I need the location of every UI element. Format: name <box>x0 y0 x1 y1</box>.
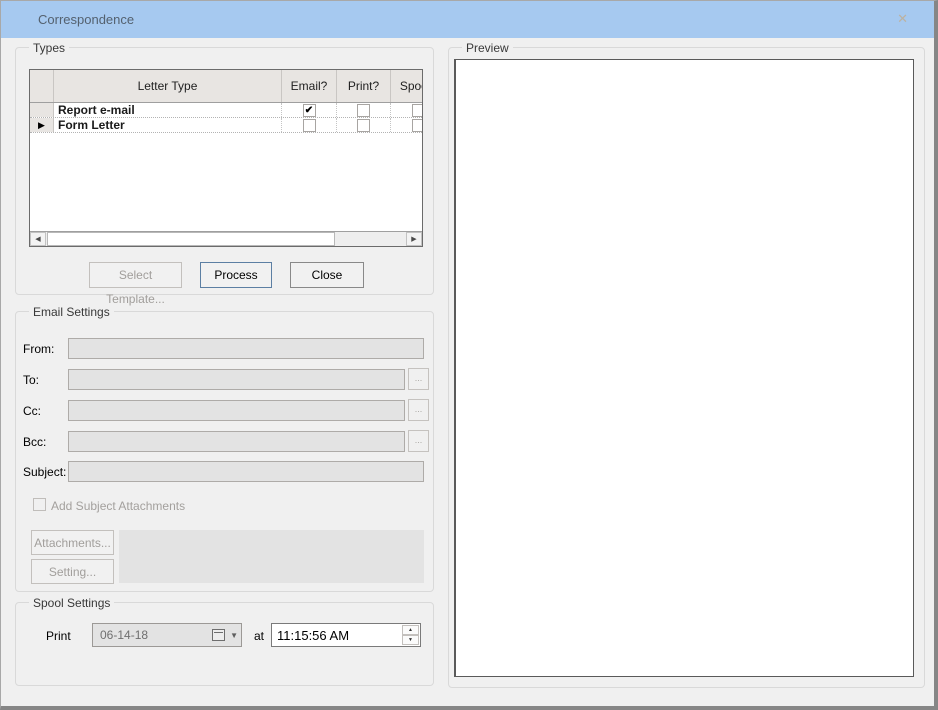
preview-pane <box>454 59 914 677</box>
preview-group-label: Preview <box>462 41 513 55</box>
print-time-input[interactable] <box>272 624 400 646</box>
to-label: To: <box>23 373 39 387</box>
attachments-list-panel <box>119 530 424 583</box>
horizontal-scrollbar[interactable]: ◀ ▶ <box>30 231 422 246</box>
spin-down-button[interactable]: ▼ <box>402 635 419 645</box>
grid-header-spool: Spool? <box>391 70 423 102</box>
row-selector-cell[interactable] <box>30 103 54 117</box>
to-field <box>68 369 405 390</box>
add-subject-attachments-checkbox <box>33 498 46 511</box>
subject-label: Subject: <box>23 465 66 479</box>
print-date-picker: 06-14-18 ▼ <box>92 623 242 647</box>
from-label: From: <box>23 342 54 356</box>
spin-down-icon: ▼ <box>408 637 413 643</box>
check-icon: ✔ <box>305 105 313 116</box>
spool-checkbox[interactable] <box>412 104 423 117</box>
print-label: Print <box>46 629 71 643</box>
add-subject-attachments-label: Add Subject Attachments <box>51 499 185 513</box>
table-row[interactable]: ▶ Form Letter <box>30 118 422 133</box>
table-row[interactable]: Report e-mail ✔ <box>30 103 422 118</box>
letter-types-grid[interactable]: Letter Type Email? Print? Spool? Report … <box>29 69 423 247</box>
from-field <box>68 338 424 359</box>
close-button[interactable]: Close <box>290 262 364 288</box>
titlebar[interactable]: Correspondence ✕ <box>1 1 934 38</box>
subject-field <box>68 461 424 482</box>
dropdown-caret-icon: ▼ <box>230 631 238 640</box>
print-checkbox[interactable] <box>357 104 370 117</box>
grid-header-print: Print? <box>337 70 391 102</box>
calendar-icon <box>212 629 225 641</box>
process-button[interactable]: Process <box>200 262 272 288</box>
bcc-field <box>68 431 405 452</box>
grid-header-row: Letter Type Email? Print? Spool? <box>30 70 422 103</box>
grid-header-letter-type: Letter Type <box>54 70 282 102</box>
email-checkbox[interactable]: ✔ <box>303 104 316 117</box>
email-checkbox[interactable] <box>303 119 316 132</box>
cc-field <box>68 400 405 421</box>
attachments-button: Attachments... <box>31 530 114 555</box>
print-date-value: 06-14-18 <box>100 628 148 642</box>
spin-up-button[interactable]: ▲ <box>402 625 419 635</box>
spin-up-icon: ▲ <box>408 627 413 633</box>
at-label: at <box>254 629 264 643</box>
cc-browse-button: ... <box>408 399 429 421</box>
bcc-browse-button: ... <box>408 430 429 452</box>
cc-label: Cc: <box>23 404 41 418</box>
select-template-button: Select Template... <box>89 262 182 288</box>
spool-settings-group-label: Spool Settings <box>29 596 114 610</box>
letter-type-cell[interactable]: Form Letter <box>54 118 282 132</box>
email-settings-group-label: Email Settings <box>29 305 114 319</box>
close-icon[interactable]: ✕ <box>897 11 908 27</box>
setting-button: Setting... <box>31 559 114 584</box>
scroll-left-button[interactable]: ◀ <box>30 232 46 246</box>
print-checkbox[interactable] <box>357 119 370 132</box>
correspondence-dialog: Correspondence ✕ Types Letter Type Email… <box>0 0 938 710</box>
print-time-field[interactable]: ▲ ▼ <box>271 623 421 647</box>
types-group-label: Types <box>29 41 69 55</box>
current-row-pointer-icon: ▶ <box>38 120 45 131</box>
scroll-right-icon: ▶ <box>411 235 416 243</box>
scroll-left-icon: ◀ <box>35 235 40 243</box>
spool-checkbox[interactable] <box>412 119 423 132</box>
time-spinner[interactable]: ▲ ▼ <box>402 625 419 645</box>
grid-header-email: Email? <box>282 70 337 102</box>
to-browse-button: ... <box>408 368 429 390</box>
bcc-label: Bcc: <box>23 435 46 449</box>
letter-type-cell[interactable]: Report e-mail <box>54 103 282 117</box>
scrollbar-thumb[interactable] <box>47 232 335 246</box>
grid-header-selector <box>30 70 54 102</box>
window-title: Correspondence <box>38 12 134 27</box>
scroll-right-button[interactable]: ▶ <box>406 232 422 246</box>
